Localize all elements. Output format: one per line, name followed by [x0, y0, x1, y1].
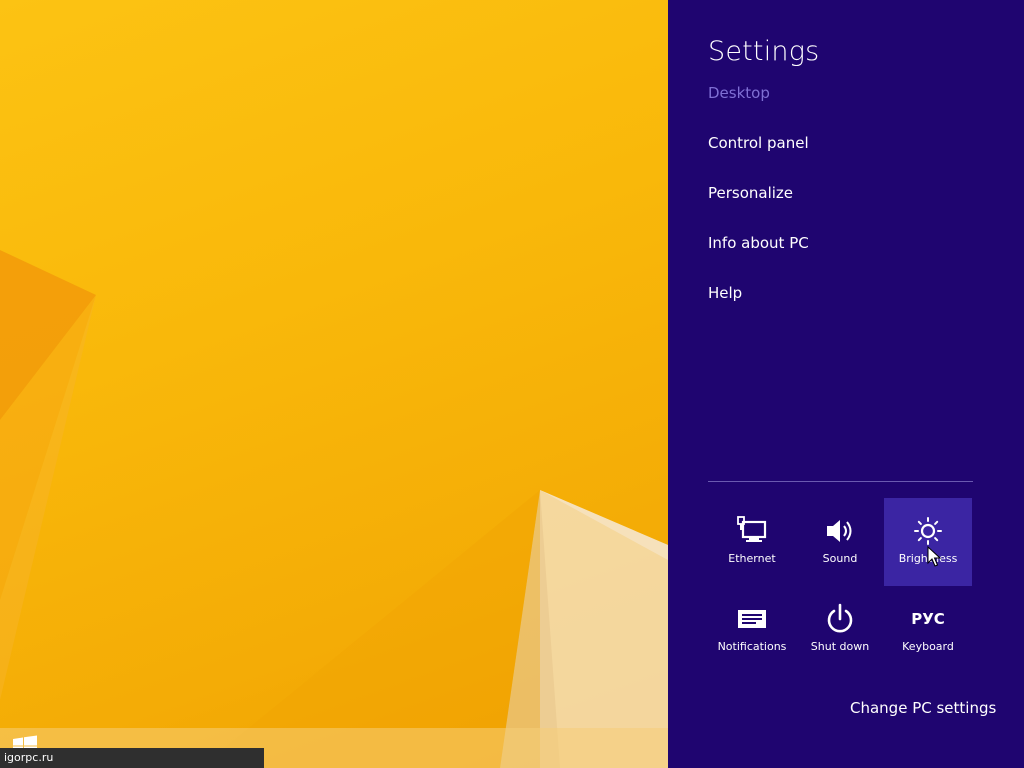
- ethernet-label: Ethernet: [728, 552, 776, 565]
- charm-title: Settings: [708, 36, 820, 67]
- sound-tile[interactable]: Sound: [796, 498, 884, 586]
- charm-subtitle: Desktop: [708, 84, 770, 102]
- speaker-icon: [827, 520, 852, 542]
- ethernet-tile[interactable]: Ethernet: [708, 498, 796, 586]
- wallpaper-shapes: [0, 250, 668, 768]
- brightness-tile[interactable]: Brightness: [884, 498, 972, 586]
- power-icon: [827, 603, 853, 633]
- notifications-label: Notifications: [717, 640, 787, 653]
- menu-item-info-about-pc[interactable]: Info about PC: [708, 234, 809, 252]
- keyboard-tile[interactable]: РУС Keyboard: [884, 586, 972, 674]
- keyboard-label: Keyboard: [902, 640, 954, 653]
- sound-label: Sound: [822, 552, 858, 565]
- menu-item-control-panel[interactable]: Control panel: [708, 134, 809, 152]
- shut-down-label: Shut down: [810, 640, 870, 653]
- menu-item-personalize[interactable]: Personalize: [708, 184, 793, 202]
- menu-item-help[interactable]: Help: [708, 284, 742, 302]
- notifications-icon: [738, 610, 766, 628]
- notifications-tile[interactable]: Notifications: [708, 586, 796, 674]
- settings-charm-panel: Settings Desktop Control panel Personali…: [668, 0, 1024, 768]
- mouse-cursor-icon: [927, 546, 941, 567]
- desktop-wallpaper: [0, 0, 668, 768]
- change-pc-settings-link[interactable]: Change PC settings: [850, 699, 996, 717]
- watermark-label: igorpc.ru: [0, 748, 264, 768]
- keyboard-layout-indicator: РУС: [911, 610, 945, 628]
- ethernet-icon: [737, 516, 767, 542]
- brightness-icon: [914, 517, 942, 545]
- shut-down-tile[interactable]: Shut down: [796, 586, 884, 674]
- divider: [708, 481, 973, 482]
